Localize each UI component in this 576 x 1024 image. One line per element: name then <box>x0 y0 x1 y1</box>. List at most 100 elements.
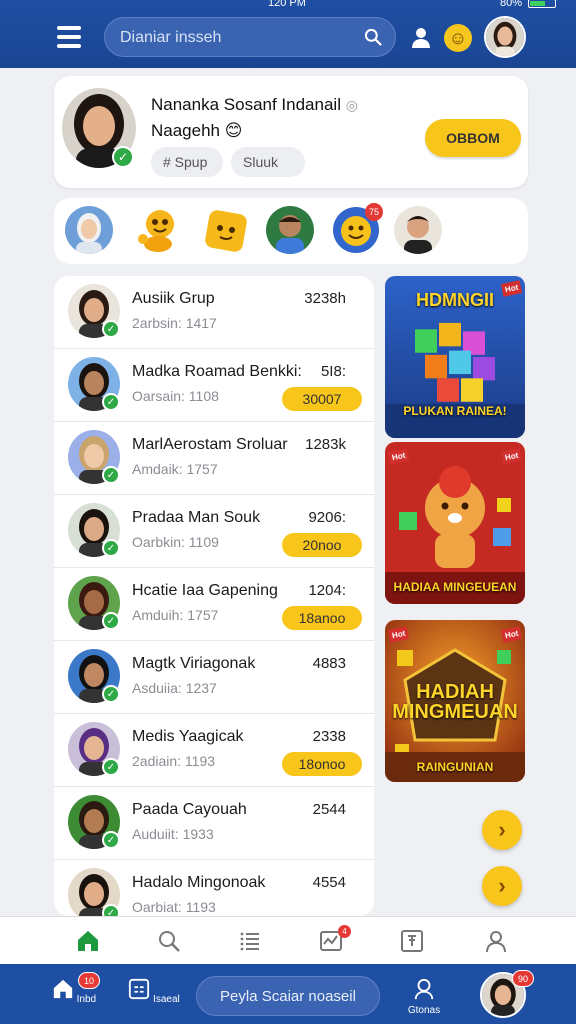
status-bar: 120 PM 80% <box>0 0 576 10</box>
battery-percent: 80% <box>499 0 522 9</box>
promo-card[interactable]: HADIAA MINGEUEAN Hot Hot <box>385 442 525 604</box>
emoji-icon: 😊 <box>224 121 243 140</box>
promo-caption: RAINGUNIAN <box>416 760 494 774</box>
list-item-name: Hcatie Iaa Gapening <box>132 582 278 599</box>
profile-icon[interactable] <box>484 929 508 953</box>
story-avatar[interactable] <box>266 206 314 254</box>
smiley-icon[interactable]: ☺ <box>444 24 472 52</box>
list-item-value: 1204: <box>308 582 346 599</box>
list-item-name: MarlAerostam Sroluar <box>132 436 288 453</box>
nav-feed[interactable]: Isaeal <box>128 978 180 1018</box>
search-icon[interactable] <box>363 27 383 47</box>
promo-card[interactable]: HDMNGII PLUKAN RAINEA! Hot <box>385 276 525 438</box>
search-bar[interactable]: Dianiar insseh <box>104 17 396 57</box>
nav-groups-label: Gtonas <box>407 1005 441 1016</box>
story-avatar[interactable] <box>65 206 113 254</box>
chevron-right-icon: › <box>498 873 506 898</box>
menu-button[interactable] <box>57 26 81 48</box>
tab-bar: 4 <box>0 916 576 964</box>
story-badge: 75 <box>365 203 383 221</box>
list-item-name: Pradaa Man Souk <box>132 509 261 526</box>
list-item-pill-button[interactable]: 20noo <box>282 533 362 557</box>
list-item[interactable]: ✓ Ausiik Grup 2arbsin: 1417 3238h <box>54 276 374 349</box>
list-item-subtitle: Auduiit: 1933 <box>132 826 214 842</box>
search-icon[interactable] <box>157 929 181 953</box>
list-item-name: Magtk Viriagonak <box>132 655 256 672</box>
bottom-navigation: Inbd 10 Isaeal Peyla Scaiar noaseil Gton… <box>0 964 576 1024</box>
list-item[interactable]: ✓ Hadalo Mingonoak Oarbiat: 1193 4554 <box>54 860 374 916</box>
verified-check-icon: ✓ <box>102 466 120 484</box>
verified-check-icon: ✓ <box>112 146 134 168</box>
nav-badge: 10 <box>78 972 100 989</box>
profile-card[interactable]: ✓ Nananka Sosanf Indanail ◎ Naagehh 😊 # … <box>54 76 528 188</box>
list-item[interactable]: ✓ Madka Roamad Benkki: Oarsain: 1108 5I8: 30… <box>54 349 374 422</box>
cube-sticker[interactable] <box>202 206 250 254</box>
list-item[interactable]: ✓ Hcatie Iaa Gapening Amduih: 1757 1204: 18a… <box>54 568 374 641</box>
home-icon <box>53 979 73 999</box>
list-item[interactable]: ✓ Magtk Viriagonak Asduiia: 1237 4883 <box>54 641 374 714</box>
chevron-right-icon: › <box>498 817 506 842</box>
group-list: ✓ Ausiik Grup 2arbsin: 1417 3238h ✓ Madka Roa… <box>54 276 374 916</box>
list-item-value: 2338 <box>312 728 346 745</box>
profile-name-block: Nananka Sosanf Indanail ◎ Naagehh 😊 <box>151 92 371 143</box>
verified-check-icon: ✓ <box>102 685 120 703</box>
verified-check-icon: ✓ <box>102 758 120 776</box>
list-item[interactable]: ✓ Paada Cayouah Auduiit: 1933 2544 <box>54 787 374 860</box>
list-item-name: Hadalo Mingonoak <box>132 874 266 891</box>
promo-card[interactable]: HADIAH MINGMEUAN RAINGUNIAN Hot Hot <box>385 620 525 782</box>
emoji-story[interactable]: 75 <box>332 203 383 254</box>
verified-check-icon: ✓ <box>102 904 120 916</box>
nav-groups[interactable]: Gtonas <box>398 978 450 1018</box>
list-item-pill-button[interactable]: 30007 <box>282 387 362 411</box>
join-button[interactable]: OBBOM <box>425 119 521 157</box>
stories-row: 75 <box>54 198 528 264</box>
list-icon[interactable] <box>238 929 262 953</box>
nav-home-label: Inbd <box>76 994 97 1005</box>
scroll-next-button[interactable]: › <box>482 866 522 906</box>
list-item-subtitle: Amdaik: 1757 <box>132 461 218 477</box>
chip-status[interactable]: Sluuk <box>231 147 305 177</box>
list-item-value: 3238h <box>304 290 346 307</box>
list-item-pill-button[interactable]: 18anoo <box>282 606 362 630</box>
list-item[interactable]: ✓ Pradaa Man Souk Oarbkin: 1109 9206: 20noo <box>54 495 374 568</box>
chip-tag[interactable]: # Spup <box>151 147 223 177</box>
list-item-subtitle: Amduih: 1757 <box>132 607 219 623</box>
list-item-name: Paada Cayouah <box>132 801 247 818</box>
wallet-icon[interactable] <box>400 929 424 953</box>
list-item-pill-button[interactable]: 18onoo <box>282 752 362 776</box>
verified-check-icon: ✓ <box>102 612 120 630</box>
profile-name: Nananka Sosanf Indanail <box>151 95 341 114</box>
calendar-icon <box>129 978 150 1000</box>
scroll-next-button[interactable]: › <box>482 810 522 850</box>
list-item-subtitle: 2adiain: 1193 <box>132 753 216 769</box>
nav-feed-label: Isaeal <box>153 994 180 1005</box>
promo-caption: HADIAA MINGEUEAN <box>393 580 517 594</box>
user-icon[interactable] <box>409 25 433 49</box>
notification-badge: 4 <box>338 925 351 938</box>
list-item-value: 9206: <box>308 509 346 526</box>
list-item-subtitle: Oarbkin: 1109 <box>132 534 219 550</box>
list-item-value: 2544 <box>312 801 346 818</box>
nav-search-button[interactable]: Peyla Scaiar noaseil <box>196 976 380 1016</box>
profile-subtitle: Naagehh <box>151 121 221 140</box>
camera-icon[interactable]: ◎ <box>346 97 358 113</box>
verified-check-icon: ✓ <box>102 831 120 849</box>
search-input[interactable]: Dianiar insseh <box>120 29 221 47</box>
status-indicators: 80% <box>500 0 556 9</box>
nav-badge: 90 <box>512 970 534 987</box>
mascot-sticker[interactable] <box>134 206 182 254</box>
list-item[interactable]: ✓ Medis Yaagicak 2adiain: 1193 2338 18onoo <box>54 714 374 787</box>
hamburger-icon <box>57 26 81 30</box>
home-icon[interactable] <box>76 929 100 953</box>
avatar[interactable] <box>484 16 526 58</box>
list-item-value: 4554 <box>312 874 346 891</box>
promo-caption: PLUKAN RAINEA! <box>403 404 507 418</box>
list-item-value: 4883 <box>312 655 346 672</box>
story-avatar[interactable] <box>394 206 442 254</box>
top-app-bar: 120 PM 80% Dianiar insseh ☺ <box>0 0 576 68</box>
person-icon <box>414 978 434 1000</box>
promo-title: HADIAH MINGMEUAN <box>392 681 518 723</box>
list-item-value: 1283k <box>305 436 346 453</box>
list-item-value: 5I8: <box>320 363 346 380</box>
list-item[interactable]: ✓ MarlAerostam Sroluar Amdaik: 1757 1283k <box>54 422 374 495</box>
